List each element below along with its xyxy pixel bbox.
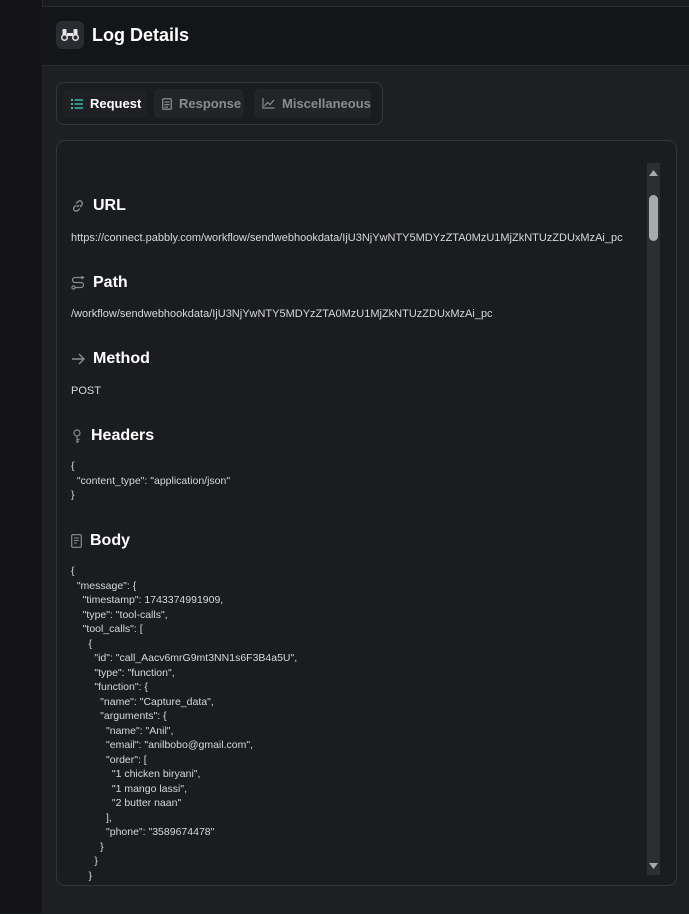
body-title: Body bbox=[90, 532, 130, 549]
path-heading: Path bbox=[71, 274, 128, 292]
scrollbar-thumb[interactable] bbox=[649, 195, 658, 241]
scroll-down-arrow-icon[interactable] bbox=[647, 859, 660, 872]
tab-miscellaneous-label: Miscellaneous bbox=[282, 96, 371, 111]
tab-request-label: Request bbox=[90, 96, 142, 111]
request-content: URL https://connect.pabbly.com/workflow/… bbox=[56, 140, 677, 886]
tab-bar: Request Response Miscellaneous bbox=[56, 82, 383, 125]
vertical-scrollbar[interactable] bbox=[647, 163, 660, 875]
link-icon bbox=[72, 200, 84, 212]
list-icon bbox=[71, 98, 83, 109]
panel-header: Log Details bbox=[42, 7, 689, 66]
tab-miscellaneous[interactable]: Miscellaneous bbox=[254, 89, 371, 118]
document-icon bbox=[162, 97, 172, 110]
url-heading: URL bbox=[71, 197, 126, 215]
path-value: /workflow/sendwebhookdata/IjU3NjYwNTY5MD… bbox=[71, 308, 493, 320]
tab-response-label: Response bbox=[179, 96, 242, 111]
url-value: https://connect.pabbly.com/workflow/send… bbox=[71, 232, 623, 244]
key-icon bbox=[73, 428, 81, 443]
chart-line-icon bbox=[262, 98, 275, 109]
method-value: POST bbox=[71, 385, 101, 397]
scroll-up-arrow-icon[interactable] bbox=[647, 166, 660, 179]
body-value: { "message": { "timestamp": 174337499190… bbox=[71, 565, 298, 885]
body-heading: Body bbox=[71, 532, 130, 550]
file-text-icon bbox=[71, 534, 82, 548]
headers-heading: Headers bbox=[71, 427, 154, 445]
arrow-right-icon bbox=[72, 353, 85, 365]
url-title: URL bbox=[93, 197, 126, 214]
method-title: Method bbox=[93, 350, 150, 367]
headers-title: Headers bbox=[91, 427, 155, 444]
binoculars-icon bbox=[56, 21, 84, 49]
background-left bbox=[0, 0, 43, 913]
route-icon bbox=[71, 276, 85, 290]
method-heading: Method bbox=[71, 350, 150, 368]
page-title: Log Details bbox=[92, 25, 190, 45]
log-details-panel: Log Details Request Response Miscellaneo… bbox=[42, 6, 689, 914]
tab-request[interactable]: Request bbox=[63, 89, 147, 118]
headers-value: { "content_type": "application/json" } bbox=[71, 460, 231, 501]
tab-response[interactable]: Response bbox=[154, 89, 244, 118]
path-title: Path bbox=[93, 274, 128, 291]
